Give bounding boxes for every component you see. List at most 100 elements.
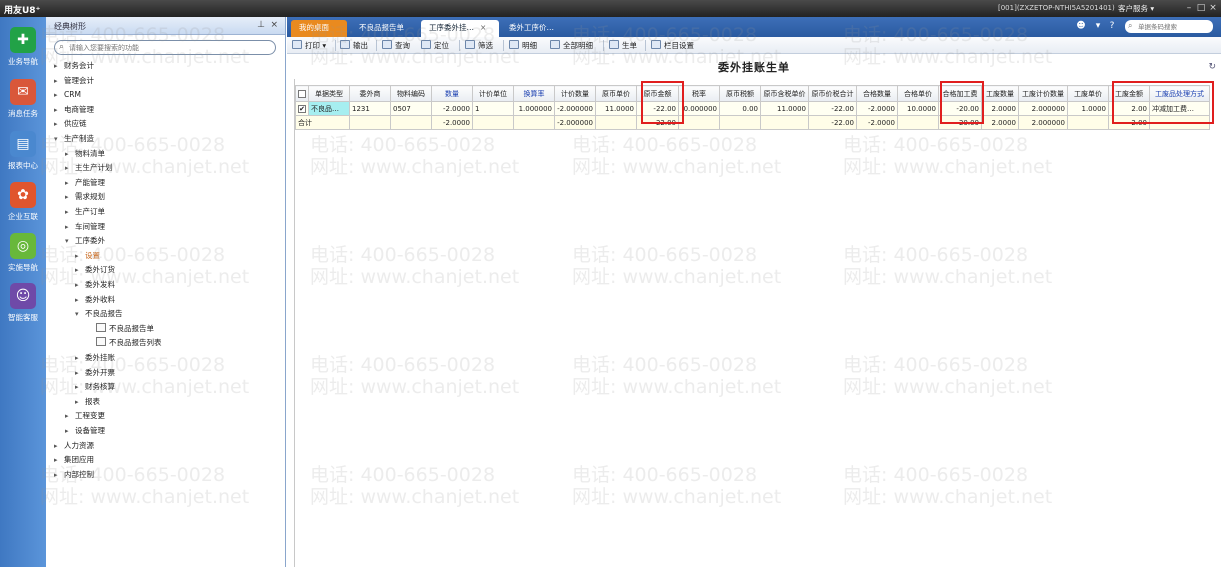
message-task-button[interactable]: ✉ 消息任务 — [0, 79, 46, 119]
customer-service-menu[interactable]: 客户服务 ▾ — [1118, 3, 1154, 14]
tree-node[interactable]: ▸ 供应链 — [54, 117, 87, 131]
column-header[interactable]: 原币税额 — [719, 85, 761, 102]
chevron-right-icon[interactable]: ▸ — [65, 176, 75, 190]
chevron-right-icon[interactable]: ▸ — [75, 380, 85, 394]
tree-node[interactable]: ▸ 主生产计划 — [65, 161, 113, 175]
locate-button[interactable]: 定位 — [421, 39, 449, 52]
chevron-right-icon[interactable]: ▸ — [65, 220, 75, 234]
tree-node[interactable]: ▸ 设置 — [75, 249, 100, 263]
column-header[interactable]: 原币价税合计 — [808, 85, 857, 102]
user-icon[interactable]: ☻ — [1075, 20, 1087, 32]
tree-node[interactable]: ▸ 车间管理 — [65, 220, 105, 234]
table-cell[interactable]: 0.00 — [719, 101, 761, 116]
tree-node[interactable]: ▸ 财务核算 — [75, 380, 115, 394]
table-cell[interactable]: 不良品… — [308, 101, 350, 116]
table-cell[interactable]: -2.0000 — [431, 101, 473, 116]
column-header[interactable]: 数量 — [431, 85, 473, 102]
close-icon[interactable]: × — [1208, 3, 1218, 13]
chevron-down-icon[interactable]: ▾ — [75, 307, 85, 321]
table-cell[interactable]: -20.00 — [938, 101, 982, 116]
column-header[interactable]: 原币单价 — [595, 85, 637, 102]
column-header[interactable]: 原币金额 — [636, 85, 679, 102]
tab-defect-report[interactable]: 不良品报告单 — [351, 20, 413, 37]
column-header[interactable]: 合格加工费 — [938, 85, 982, 102]
table-cell[interactable]: 10.0000 — [897, 101, 939, 116]
table-cell[interactable]: 11.0000 — [760, 101, 809, 116]
column-header[interactable]: 工废数量 — [981, 85, 1019, 102]
chevron-right-icon[interactable]: ▸ — [65, 409, 75, 423]
business-nav-button[interactable]: ✚ 业务导航 — [0, 27, 46, 67]
chevron-right-icon[interactable]: ▸ — [75, 293, 85, 307]
tree-node[interactable]: ▸ 委外收料 — [75, 293, 115, 307]
column-settings-button[interactable]: 栏目设置 — [651, 39, 694, 52]
refresh-icon[interactable]: ↻ — [1208, 62, 1216, 72]
table-cell[interactable]: 1231 — [349, 101, 391, 116]
implementation-nav-button[interactable]: ◎ 实施导航 — [0, 233, 46, 273]
table-cell[interactable]: 0.000000 — [678, 101, 720, 116]
help-icon[interactable]: ? — [1106, 20, 1118, 32]
tree-node[interactable]: ▸ 生产订单 — [65, 205, 105, 219]
chevron-right-icon[interactable]: ▸ — [75, 351, 85, 365]
chevron-down-icon[interactable]: ▾ — [65, 234, 75, 248]
select-all-header[interactable] — [295, 85, 309, 102]
table-cell[interactable]: 1.0000 — [1067, 101, 1109, 116]
tab-outsource-posting[interactable]: 工序委外挂… × — [421, 20, 499, 37]
chevron-right-icon[interactable]: ▸ — [65, 424, 75, 438]
tree-node[interactable]: ▾ 工序委外 — [65, 234, 105, 248]
chevron-right-icon[interactable]: ▸ — [65, 147, 75, 161]
tree-node[interactable]: 不良品报告列表 — [86, 336, 162, 350]
document-search-box[interactable]: ⌕ — [1125, 20, 1213, 33]
tree-node[interactable]: ▸ 工程变更 — [65, 409, 105, 423]
table-cell[interactable]: -2.000000 — [554, 101, 596, 116]
column-header[interactable]: 原币含税单价 — [760, 85, 809, 102]
close-icon[interactable]: × — [270, 20, 278, 30]
chevron-right-icon[interactable]: ▸ — [54, 88, 64, 102]
column-header[interactable]: 委外商 — [349, 85, 391, 102]
tab-outsource-price[interactable]: 委外工序价… — [501, 20, 571, 37]
column-header[interactable]: 单据类型 — [308, 85, 350, 102]
chevron-right-icon[interactable]: ▸ — [75, 278, 85, 292]
tab-desktop[interactable]: 我的桌面 — [291, 20, 347, 37]
tree-node[interactable]: 不良品报告单 — [86, 322, 154, 336]
chevron-right-icon[interactable]: ▸ — [54, 74, 64, 88]
row-checkbox[interactable]: ✔ — [298, 104, 306, 113]
export-button[interactable]: 输出 — [340, 39, 368, 52]
table-cell[interactable]: 2.000000 — [1018, 101, 1068, 116]
table-cell[interactable]: 1 — [472, 101, 514, 116]
column-header[interactable]: 计价单位 — [472, 85, 514, 102]
nav-search-box[interactable]: ⌕ — [54, 40, 276, 55]
generate-button[interactable]: 生单 — [609, 39, 637, 52]
detail-button[interactable]: 明细 — [509, 39, 537, 52]
tree-node[interactable]: ▸ 设备管理 — [65, 424, 105, 438]
select-all-checkbox[interactable] — [298, 89, 306, 98]
table-cell[interactable]: 冲减加工费… — [1149, 101, 1210, 116]
maximize-icon[interactable]: □ — [1196, 3, 1206, 13]
all-detail-button[interactable]: 全部明细 — [550, 39, 593, 52]
chevron-right-icon[interactable]: ▸ — [54, 453, 64, 467]
column-header[interactable]: 工废单价 — [1067, 85, 1109, 102]
chevron-right-icon[interactable]: ▸ — [75, 395, 85, 409]
smart-service-button[interactable]: ☺ 智能客服 — [0, 283, 46, 323]
column-header[interactable]: 物料编码 — [390, 85, 432, 102]
print-button[interactable]: 打印 ▾ — [292, 39, 326, 52]
column-header[interactable]: 计价数量 — [554, 85, 596, 102]
tree-node[interactable]: ▾ 生产制造 — [54, 132, 94, 146]
table-cell[interactable]: ✔ — [295, 101, 309, 116]
tree-node[interactable]: ▸ 物料清单 — [65, 147, 105, 161]
table-cell[interactable]: -2.0000 — [856, 101, 898, 116]
chevron-down-icon[interactable]: ▾ — [54, 132, 64, 146]
chevron-right-icon[interactable]: ▸ — [54, 117, 64, 131]
table-row[interactable]: ✔ 不良品… 1231 0507 -2.0000 1 1.000000 -2.000000 11… — [295, 101, 1210, 116]
nav-search-input[interactable] — [69, 43, 269, 53]
tree-node[interactable]: ▸ 内部控制 — [54, 468, 94, 482]
column-header[interactable]: 工废计价数量 — [1018, 85, 1068, 102]
column-header[interactable]: 税率 — [678, 85, 720, 102]
column-header[interactable]: 合格单价 — [897, 85, 939, 102]
column-header[interactable]: 工废品处理方式 — [1149, 85, 1210, 102]
tree-node[interactable]: ▸ 人力资源 — [54, 439, 94, 453]
tree-node[interactable]: ▸ 需求规划 — [65, 190, 105, 204]
tree-node[interactable]: ▸ 财务会计 — [54, 59, 94, 73]
column-header[interactable]: 换算率 — [513, 85, 555, 102]
minimize-icon[interactable]: – — [1184, 3, 1194, 13]
report-center-button[interactable]: ▤ 报表中心 — [0, 131, 46, 171]
